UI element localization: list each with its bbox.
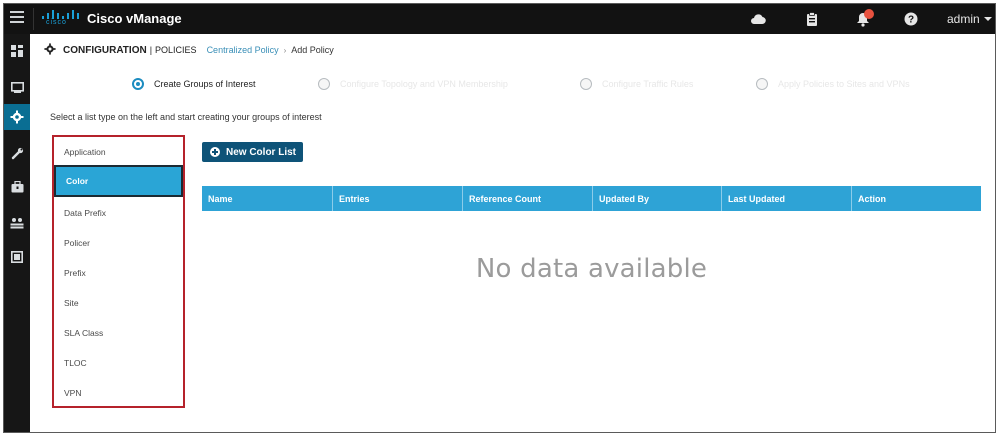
list-type-prefix[interactable]: Prefix bbox=[54, 258, 183, 288]
column-header-last-updated[interactable]: Last Updated bbox=[722, 186, 852, 211]
empty-table-message: No data available bbox=[475, 254, 708, 284]
tools-icon[interactable] bbox=[4, 140, 30, 166]
list-type-tloc[interactable]: TLOC bbox=[54, 348, 183, 378]
plus-circle-icon bbox=[210, 147, 220, 157]
column-header-updated-by[interactable]: Updated By bbox=[593, 186, 722, 211]
step-configure-traffic-rules[interactable]: Configure Traffic Rules bbox=[580, 74, 693, 94]
svg-text:?: ? bbox=[908, 15, 914, 26]
step-label: Configure Traffic Rules bbox=[602, 79, 694, 89]
configuration-icon[interactable] bbox=[4, 104, 30, 130]
step-radio[interactable] bbox=[756, 78, 768, 90]
left-navigation bbox=[4, 34, 30, 432]
list-type-sla-class[interactable]: SLA Class bbox=[54, 318, 183, 348]
help-icon[interactable]: ? bbox=[902, 10, 920, 28]
cisco-logo: cisco bbox=[40, 10, 82, 28]
step-radio-active[interactable] bbox=[132, 78, 144, 90]
app-window: cisco Cisco vManage ? admin CONFIGURATIO… bbox=[3, 3, 996, 433]
step-radio[interactable] bbox=[318, 78, 330, 90]
new-color-list-label: New Color List bbox=[226, 146, 297, 158]
hamburger-menu-icon[interactable] bbox=[10, 11, 24, 25]
step-create-groups[interactable]: Create Groups of Interest bbox=[132, 74, 256, 94]
breadcrumb-current: Add Policy bbox=[291, 45, 334, 55]
column-header-action: Action bbox=[858, 193, 886, 204]
notification-badge bbox=[864, 9, 874, 19]
column-header-entries[interactable]: Entries bbox=[333, 186, 463, 211]
new-color-list-button[interactable]: New Color List bbox=[202, 142, 303, 162]
list-type-color[interactable]: Color bbox=[54, 165, 183, 197]
table-header: Name Entries Reference Count Updated By … bbox=[202, 186, 981, 211]
breadcrumb: CONFIGURATION | POLICIES Centralized Pol… bbox=[44, 41, 334, 59]
breadcrumb-link-centralized-policy[interactable]: Centralized Policy bbox=[207, 45, 279, 55]
list-type-panel: Application Color Data Prefix Policer Pr… bbox=[52, 135, 185, 408]
instructions-text: Select a list type on the left and start… bbox=[50, 112, 322, 122]
cisco-wordmark: cisco bbox=[46, 19, 67, 26]
step-label: Configure Topology and VPN Membership bbox=[340, 79, 508, 89]
step-label: Create Groups of Interest bbox=[154, 79, 256, 89]
app-title: Cisco vManage bbox=[87, 11, 182, 26]
list-type-data-prefix[interactable]: Data Prefix bbox=[54, 198, 183, 228]
list-type-policer[interactable]: Policer bbox=[54, 228, 183, 258]
step-label: Apply Policies to Sites and VPNs bbox=[778, 79, 910, 89]
list-type-site[interactable]: Site bbox=[54, 288, 183, 318]
analytics-icon[interactable] bbox=[4, 244, 30, 270]
breadcrumb-section: CONFIGURATION bbox=[63, 44, 147, 56]
monitor-icon[interactable] bbox=[4, 74, 30, 100]
gear-icon bbox=[44, 42, 56, 58]
brand-divider bbox=[33, 8, 34, 30]
maintenance-icon[interactable] bbox=[4, 174, 30, 200]
breadcrumb-arrow: › bbox=[283, 45, 287, 55]
bell-icon[interactable] bbox=[854, 9, 874, 28]
step-apply-policies[interactable]: Apply Policies to Sites and VPNs bbox=[756, 74, 910, 94]
top-bar: cisco Cisco vManage ? admin bbox=[4, 4, 995, 34]
cloud-icon[interactable] bbox=[749, 10, 767, 28]
column-header-name[interactable]: Name bbox=[202, 186, 333, 211]
chevron-down-icon[interactable] bbox=[984, 17, 992, 21]
dashboard-icon[interactable] bbox=[4, 38, 30, 64]
breadcrumb-subsection: POLICIES bbox=[155, 45, 197, 55]
list-type-application[interactable]: Application bbox=[54, 137, 183, 167]
step-radio[interactable] bbox=[580, 78, 592, 90]
list-type-vpn[interactable]: VPN bbox=[54, 378, 183, 408]
clipboard-icon[interactable] bbox=[803, 10, 821, 28]
user-menu[interactable]: admin bbox=[947, 12, 980, 26]
administration-icon[interactable] bbox=[4, 210, 30, 236]
step-configure-topology[interactable]: Configure Topology and VPN Membership bbox=[318, 74, 508, 94]
column-header-reference-count[interactable]: Reference Count bbox=[463, 186, 593, 211]
breadcrumb-separator: | bbox=[149, 45, 153, 55]
